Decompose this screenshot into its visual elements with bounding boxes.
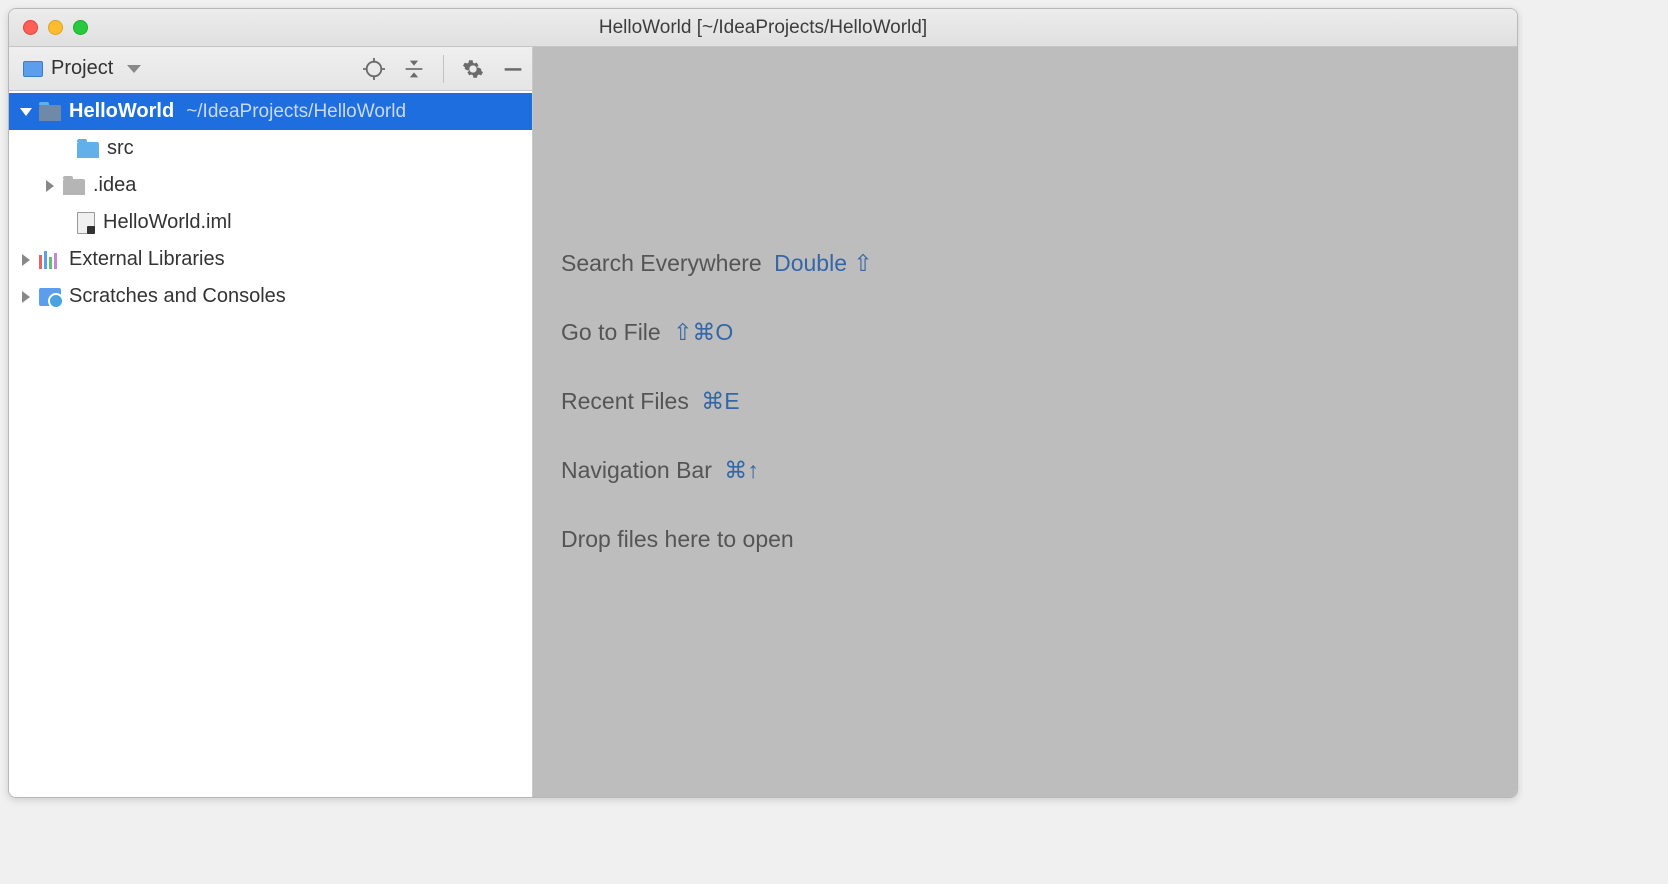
tree-item-label: Scratches and Consoles [69, 285, 286, 308]
toolbar-divider [443, 55, 444, 83]
tree-item-label: .idea [93, 174, 136, 197]
hint-shortcut: ⌘E [701, 388, 739, 414]
project-name: HelloWorld [69, 100, 174, 123]
tree-item-scratches[interactable]: Scratches and Consoles [9, 278, 532, 315]
expand-arrow-closed-icon[interactable] [41, 177, 59, 195]
libraries-icon [39, 251, 61, 269]
tree-item-label: src [107, 137, 134, 160]
expand-arrow-closed-icon[interactable] [17, 288, 35, 306]
hint-shortcut: ⌘↑ [724, 457, 759, 483]
tree-item-external-libraries[interactable]: External Libraries [9, 241, 532, 278]
titlebar[interactable]: HelloWorld [~/IdeaProjects/HelloWorld] [9, 9, 1517, 47]
window-icon [23, 61, 43, 77]
hint-label: Drop files here to open [561, 526, 794, 552]
hint-label: Recent Files [561, 388, 689, 414]
project-toolbar [363, 55, 524, 83]
hint-search-everywhere: Search Everywhere Double ⇧ [561, 250, 1517, 277]
ide-window: HelloWorld [~/IdeaProjects/HelloWorld] P… [8, 8, 1518, 798]
tree-item-label: External Libraries [69, 248, 225, 271]
tree-item-iml[interactable]: HelloWorld.iml [9, 204, 532, 241]
project-view-label: Project [51, 57, 113, 80]
chevron-down-icon [127, 65, 141, 73]
hint-label: Search Everywhere [561, 250, 762, 276]
close-button[interactable] [23, 20, 38, 35]
hint-navigation-bar: Navigation Bar ⌘↑ [561, 457, 1517, 484]
hint-go-to-file: Go to File ⇧⌘O [561, 319, 1517, 346]
hint-label: Go to File [561, 319, 661, 345]
hint-drop-files: Drop files here to open [561, 526, 1517, 553]
folder-icon [63, 179, 85, 195]
tree-item-idea[interactable]: .idea [9, 167, 532, 204]
project-sidebar: Project [9, 47, 533, 797]
empty-editor-area[interactable]: Search Everywhere Double ⇧ Go to File ⇧⌘… [533, 47, 1517, 797]
hint-recent-files: Recent Files ⌘E [561, 388, 1517, 415]
locate-icon[interactable] [363, 58, 385, 80]
scratches-icon [39, 288, 61, 306]
project-tree: HelloWorld ~/IdeaProjects/HelloWorld src… [9, 91, 532, 797]
collapse-all-icon[interactable] [403, 58, 425, 80]
hint-shortcut: ⇧⌘O [673, 319, 733, 345]
maximize-button[interactable] [73, 20, 88, 35]
expand-arrow-open-icon[interactable] [17, 103, 35, 121]
project-tool-header: Project [9, 47, 532, 91]
expand-arrow-closed-icon[interactable] [17, 251, 35, 269]
module-folder-icon [39, 105, 61, 121]
window-controls [9, 20, 88, 35]
tree-item-label: HelloWorld.iml [103, 211, 232, 234]
source-folder-icon [77, 142, 99, 158]
project-view-selector[interactable]: Project [23, 57, 141, 80]
minimize-button[interactable] [48, 20, 63, 35]
project-path: ~/IdeaProjects/HelloWorld [186, 101, 406, 123]
hide-icon[interactable] [502, 58, 524, 80]
hint-label: Navigation Bar [561, 457, 712, 483]
gear-icon[interactable] [462, 58, 484, 80]
tree-item-src[interactable]: src [9, 130, 532, 167]
file-icon [77, 212, 95, 234]
tree-root-project[interactable]: HelloWorld ~/IdeaProjects/HelloWorld [9, 93, 532, 130]
hint-shortcut: Double ⇧ [774, 250, 873, 276]
window-title: HelloWorld [~/IdeaProjects/HelloWorld] [599, 17, 927, 39]
main-content: Project [9, 47, 1517, 797]
